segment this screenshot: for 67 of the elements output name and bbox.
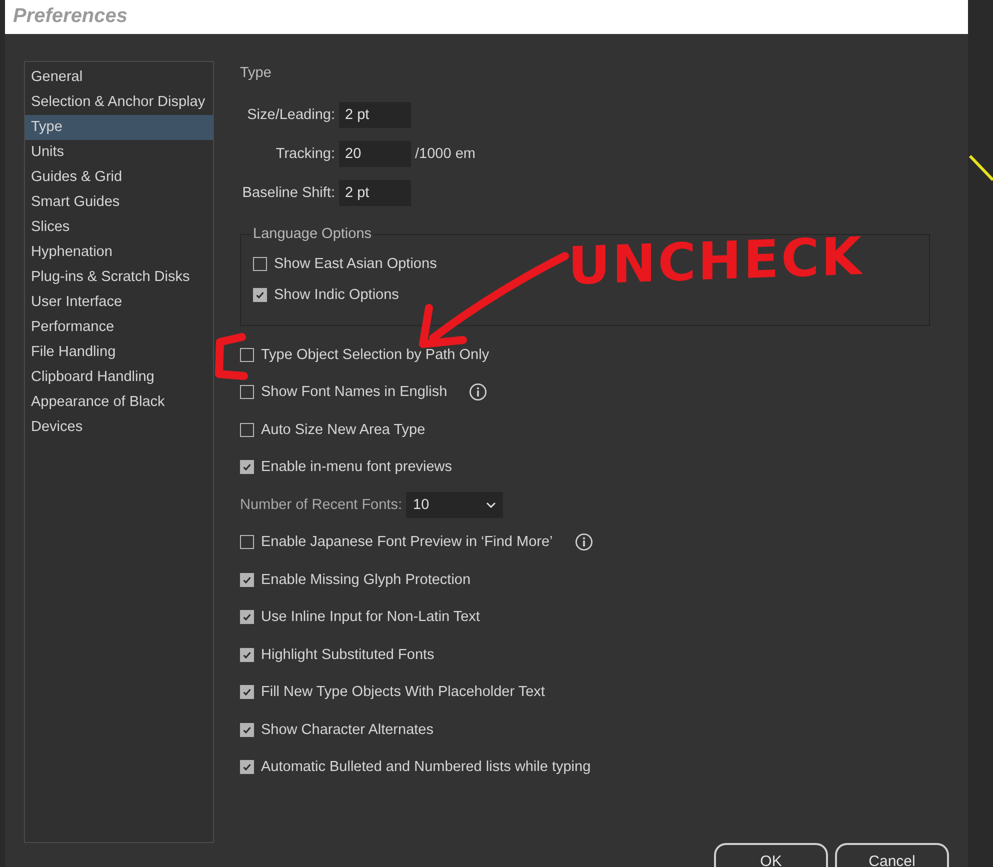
checkbox-label[interactable]: Enable Japanese Font Preview in ‘Find More’	[261, 534, 553, 550]
checkbox-label[interactable]: Fill New Type Objects With Placeholder Text	[261, 684, 545, 700]
checkbox[interactable]	[240, 422, 254, 436]
dialog-button[interactable]: OK	[714, 843, 828, 867]
chevron-icon	[486, 502, 496, 508]
field-label: Baseline Shift:	[241, 185, 335, 201]
input-field[interactable]: 2 pt	[339, 102, 411, 128]
input-field[interactable]: 2 pt	[339, 180, 411, 206]
checkmark-icon	[242, 762, 252, 772]
dropdown[interactable]: 10	[406, 492, 503, 518]
checkbox[interactable]	[240, 572, 254, 586]
sidebar-item[interactable]: Hyphenation	[25, 240, 213, 265]
sidebar-item[interactable]: Smart Guides	[25, 190, 213, 215]
dialog-button[interactable]: Cancel	[835, 843, 949, 867]
checkmark-icon	[242, 612, 252, 622]
checkbox-label[interactable]: Show Font Names in English	[261, 384, 448, 400]
sidebar-item[interactable]: File Handling	[25, 340, 213, 365]
checkbox-label[interactable]: Enable in-menu font previews	[261, 459, 452, 475]
checkmark-icon	[242, 462, 252, 472]
sidebar-item[interactable]: General	[25, 65, 213, 90]
checkbox[interactable]	[240, 460, 254, 474]
checkmark-icon	[242, 650, 252, 660]
checkbox-label[interactable]: Auto Size New Area Type	[261, 422, 426, 438]
sidebar-item[interactable]: User Interface	[25, 290, 213, 315]
checkbox[interactable]	[240, 348, 254, 362]
checkbox[interactable]	[240, 535, 254, 549]
field-label: Tracking:	[274, 146, 335, 162]
field-label: Size/Leading:	[246, 107, 335, 123]
sidebar-item[interactable]: Performance	[25, 315, 213, 340]
checkbox-label[interactable]: Enable Missing Glyph Protection	[261, 572, 471, 588]
checkbox-label[interactable]: Show East Asian Options	[274, 256, 437, 272]
sidebar-item[interactable]: Units	[25, 140, 213, 165]
sidebar-item[interactable]: Selection & Anchor Display	[25, 90, 213, 115]
sidebar-item[interactable]: Clipboard Handling	[25, 365, 213, 390]
checkbox-label[interactable]: Highlight Substituted Fonts	[261, 646, 434, 662]
sidebar-item[interactable]: Slices	[25, 215, 213, 240]
checkbox-label[interactable]: Show Character Alternates	[261, 722, 434, 738]
checkbox[interactable]	[240, 722, 254, 736]
checkbox[interactable]	[240, 385, 254, 399]
info-icon[interactable]	[574, 533, 593, 551]
checkbox-label[interactable]: Type Object Selection by Path Only	[261, 346, 490, 362]
checkbox[interactable]	[240, 685, 254, 699]
input-field[interactable]: 20	[339, 141, 411, 167]
checkmark-icon	[242, 687, 252, 697]
checkbox[interactable]	[253, 256, 267, 270]
section-title: Type	[240, 65, 272, 83]
checkbox-label[interactable]: Use Inline Input for Non-Latin Text	[261, 609, 480, 625]
sidebar-item[interactable]: Appearance of Black	[25, 390, 213, 415]
checkmark-icon	[242, 574, 252, 584]
checkmark-icon	[255, 290, 265, 300]
checkmark-icon	[242, 724, 252, 734]
info-icon[interactable]	[469, 383, 488, 401]
checkbox[interactable]	[240, 648, 254, 662]
sidebar-item[interactable]: Devices	[25, 415, 213, 440]
checkbox[interactable]	[253, 288, 267, 302]
checkbox-label[interactable]: Automatic Bulleted and Numbered lists while typing	[261, 759, 591, 775]
select-label: Number of Recent Fonts:	[240, 496, 402, 512]
annotation-text: UNCHECK	[568, 226, 864, 300]
checkbox[interactable]	[240, 610, 254, 624]
group-title: Language Options	[251, 226, 374, 242]
sidebar-item[interactable]: Plug-ins & Scratch Disks	[25, 265, 213, 290]
window-title: Preferences	[13, 5, 128, 27]
checkbox-label[interactable]: Show Indic Options	[274, 286, 399, 302]
sidebar-item[interactable]: Guides & Grid	[25, 165, 213, 190]
sidebar-item[interactable]: Type	[25, 115, 213, 140]
unit-label: /1000 em	[415, 146, 476, 162]
checkbox[interactable]	[240, 760, 254, 774]
